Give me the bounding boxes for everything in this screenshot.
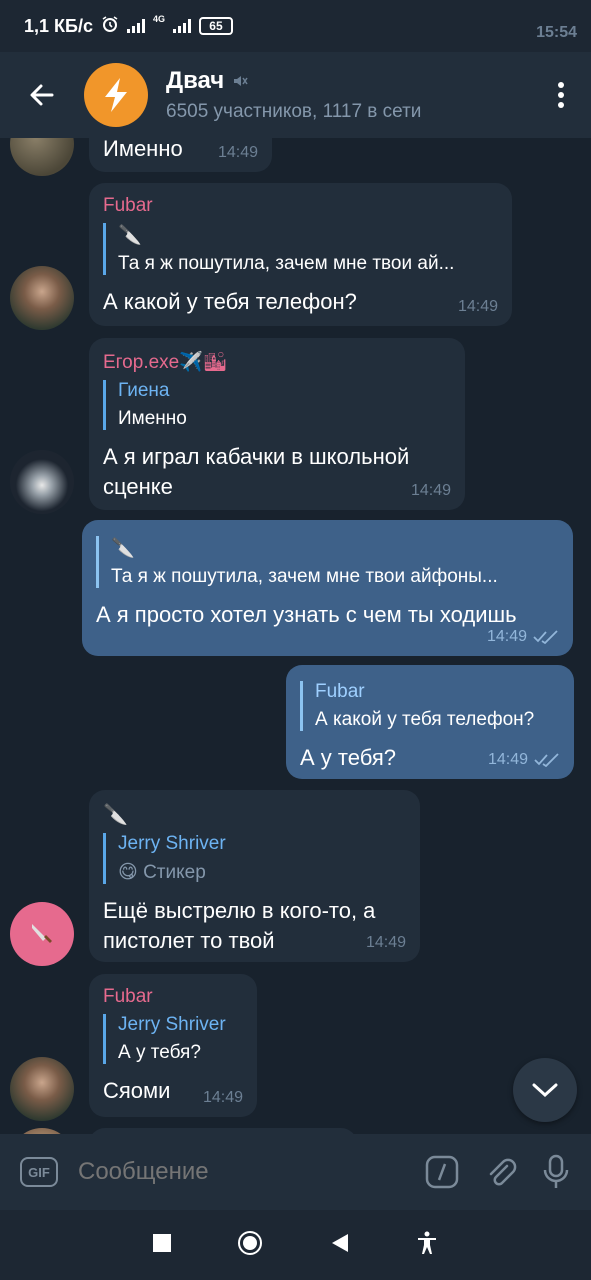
message-bubble-outgoing[interactable]: 🔪 Та я ж пошутила, зачем мне твои айфоны… <box>82 520 573 656</box>
message-input-bar: GIF <box>0 1134 591 1210</box>
avatar[interactable] <box>10 450 74 514</box>
reply-preview[interactable]: Fubar А какой у тебя телефон? <box>300 681 560 731</box>
reply-name: 🔪 <box>111 538 135 559</box>
triangle-back-icon <box>331 1233 348 1252</box>
avatar[interactable] <box>10 266 74 330</box>
reply-text: Именно <box>118 408 187 429</box>
message-text: А я играл кабачки в школьной сценке <box>103 444 410 499</box>
net-speed: 1,1 КБ/с <box>24 15 93 36</box>
double-check-icon <box>533 630 558 644</box>
reply-text: Та я ж пошутила, зачем мне твои айфоны..… <box>111 566 498 587</box>
message-bubble[interactable]: Именно 14:49 <box>89 138 272 172</box>
message-list[interactable]: Именно 14:49 Fubar 🔪 Та я ж пошутила, за… <box>0 138 591 1134</box>
reply-preview[interactable]: Гиена Именно <box>103 380 451 430</box>
message-time: 14:49 <box>202 1089 243 1106</box>
reply-text: Та я ж пошутила, зачем мне твои ай... <box>118 253 455 274</box>
reply-name: Jerry Shriver <box>118 1014 226 1035</box>
vertical-dots-icon <box>558 82 564 108</box>
message-bubble[interactable]: Fubar Jerry Shriver А у тебя? Сяоми 14:4… <box>89 974 257 1117</box>
message-text: Ещё выстрелю в кого-то, а пистолет то тв… <box>103 898 376 953</box>
square-icon <box>153 1233 172 1252</box>
channel-info[interactable]: Двач 6505 участников, 1117 в сети <box>166 67 531 123</box>
reply-name: Гиена <box>118 380 170 401</box>
message-bubble-outgoing[interactable]: Fubar А какой у тебя телефон? А у тебя? … <box>286 665 574 779</box>
channel-title: Двач <box>166 67 225 94</box>
commands-button[interactable] <box>425 1155 459 1189</box>
channel-avatar[interactable] <box>84 63 148 127</box>
lightning-icon <box>105 78 127 112</box>
signal-icon-2 <box>172 19 191 33</box>
message-text: А какой у тебя телефон? <box>103 289 357 314</box>
message-text: А я просто хотел узнать с чем ты ходишь <box>96 602 517 627</box>
status-time: 15:54 <box>536 24 577 41</box>
attach-button[interactable] <box>483 1155 517 1189</box>
sender-name: 🔪 <box>103 804 128 826</box>
signal-icon <box>126 19 145 33</box>
reply-text: А какой у тебя телефон? <box>315 709 535 730</box>
reply-text: 😋 Стикер <box>118 862 206 883</box>
sender-name: Егор.exe✈️🏙 <box>103 352 228 373</box>
back-button[interactable] <box>0 52 84 138</box>
chat-header: Двач 6505 участников, 1117 в сети <box>0 52 591 138</box>
recents-button[interactable] <box>153 1233 172 1257</box>
knife-icon <box>32 924 52 943</box>
battery-icon: 65 <box>198 17 233 35</box>
channel-subtitle: 6505 участников, 1117 в сети <box>166 101 422 122</box>
microphone-icon <box>543 1154 569 1188</box>
mic-button[interactable] <box>541 1154 571 1190</box>
message-text: Именно <box>103 138 183 161</box>
accessibility-button[interactable] <box>416 1231 438 1260</box>
message-time: 14:49 <box>410 482 451 499</box>
back-nav-button[interactable] <box>330 1232 350 1259</box>
reply-name: Fubar <box>315 681 365 702</box>
sender-name: Fubar <box>103 195 153 216</box>
speaker-muted-icon <box>234 76 248 86</box>
alarm-icon <box>101 15 119 37</box>
network-type-icon: 4G <box>152 14 165 24</box>
home-button[interactable] <box>237 1230 263 1261</box>
reply-name: 🔪 <box>118 225 142 246</box>
message-time-label: 14:49 <box>486 628 527 645</box>
status-bar: 15:54 1,1 КБ/с 4G 65 <box>0 0 591 52</box>
accessibility-icon <box>417 1231 436 1254</box>
scroll-down-button[interactable] <box>513 1058 577 1122</box>
reply-preview[interactable]: 🔪 Та я ж пошутила, зачем мне твои ай... <box>103 223 498 275</box>
message-input[interactable] <box>78 1158 401 1186</box>
message-time-label: 14:49 <box>487 751 528 768</box>
gif-button[interactable]: GIF <box>20 1157 58 1187</box>
message-bubble[interactable]: 🔪 Jerry Shriver 😋 Стикер Ещё выстрелю в … <box>89 790 420 962</box>
message-time: 14:49 <box>217 144 258 161</box>
system-nav-bar <box>0 1210 591 1280</box>
menu-button[interactable] <box>531 52 591 138</box>
message-bubble[interactable]: Fubar 🔪 Та я ж пошутила, зачем мне твои … <box>89 183 512 326</box>
avatar[interactable] <box>10 902 74 966</box>
message-time: 14:49 <box>487 628 559 646</box>
circle-home-icon <box>238 1230 263 1255</box>
avatar[interactable] <box>10 1057 74 1121</box>
reply-name: Jerry Shriver <box>118 833 226 854</box>
message-time: 14:49 <box>365 934 406 951</box>
arrow-left-icon <box>30 84 54 106</box>
reply-text: А у тебя? <box>118 1042 201 1063</box>
message-time: 14:49 <box>457 298 498 315</box>
paperclip-icon <box>489 1158 517 1186</box>
sender-name: Fubar <box>103 986 153 1007</box>
reply-preview[interactable]: Jerry Shriver 😋 Стикер <box>103 833 406 884</box>
message-bubble[interactable]: Егор.exe✈️🏙 Гиена Именно А я играл кабач… <box>89 338 465 510</box>
chevron-down-icon <box>532 1083 558 1098</box>
message-time: 14:49 <box>488 751 560 769</box>
double-check-icon <box>534 753 559 767</box>
reply-preview[interactable]: Jerry Shriver А у тебя? <box>103 1014 243 1064</box>
avatar[interactable] <box>10 138 74 176</box>
slash-command-icon <box>425 1155 459 1189</box>
reply-preview[interactable]: 🔪 Та я ж пошутила, зачем мне твои айфоны… <box>96 536 559 588</box>
